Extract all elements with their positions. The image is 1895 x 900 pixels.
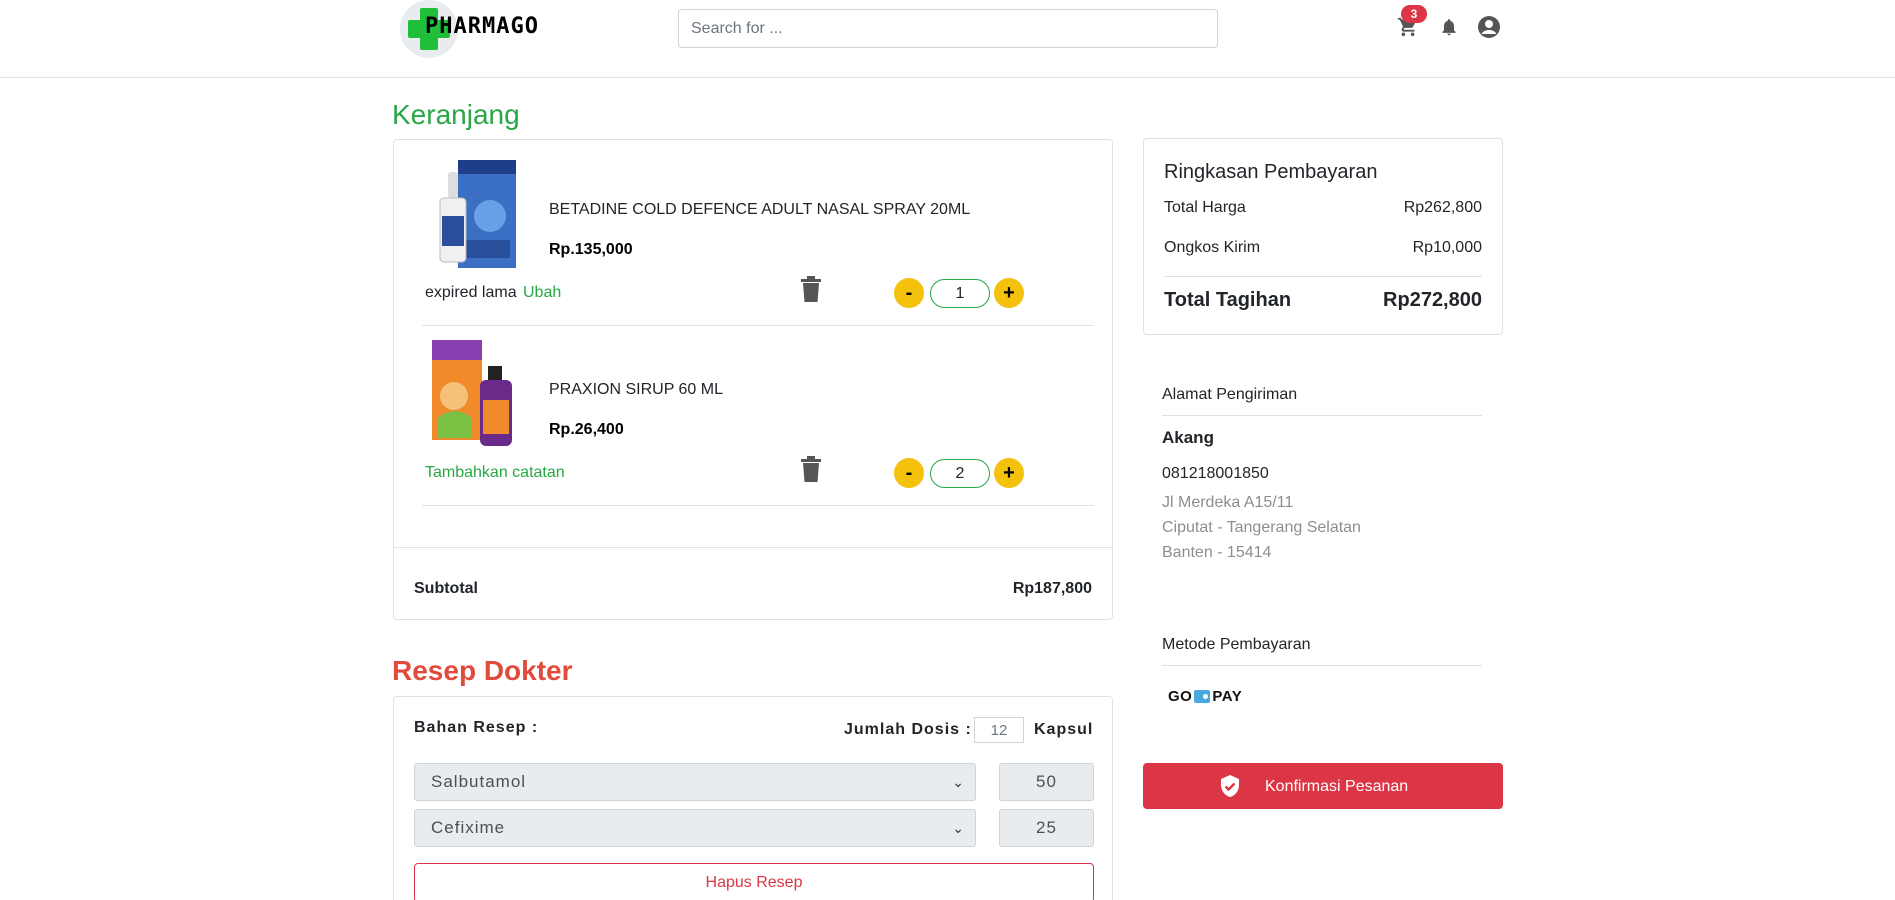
quantity-input[interactable] bbox=[930, 279, 990, 308]
gopay-text-right: PAY bbox=[1212, 687, 1243, 705]
cart-title: Keranjang bbox=[392, 99, 520, 130]
prescription-title: Resep Dokter bbox=[392, 655, 573, 686]
divider bbox=[1162, 415, 1482, 416]
grand-total-value: Rp272,800 bbox=[1383, 289, 1482, 311]
address-line: Jl Merdeka A15/11 bbox=[1162, 494, 1294, 511]
divider bbox=[1164, 276, 1482, 277]
chevron-down-icon: ⌄ bbox=[952, 774, 965, 790]
gopay-text-left: GO bbox=[1168, 687, 1193, 705]
shipping-address-title: Alamat Pengiriman bbox=[1162, 386, 1298, 403]
product-image-praxion[interactable] bbox=[428, 338, 518, 450]
chevron-down-icon: ⌄ bbox=[952, 820, 965, 836]
decrease-qty-button[interactable]: - bbox=[894, 278, 924, 308]
increase-qty-button[interactable]: + bbox=[994, 278, 1024, 308]
payment-summary-card: Ringkasan Pembayaran Total Harga Rp262,8… bbox=[1143, 138, 1503, 335]
item-price: Rp.26,400 bbox=[549, 421, 624, 438]
subtotal-value: Rp187,800 bbox=[1012, 580, 1092, 597]
product-image-betadine[interactable] bbox=[428, 158, 518, 270]
divider bbox=[1162, 665, 1482, 666]
shipping-cost-label: Ongkos Kirim bbox=[1164, 239, 1261, 256]
subtotal-row: Subtotal Rp187,800 bbox=[394, 547, 1112, 619]
cart-item: BETADINE COLD DEFENCE ADULT NASAL SPRAY … bbox=[422, 148, 1094, 326]
trash-icon[interactable] bbox=[800, 456, 824, 484]
shipping-cost-value: Rp10,000 bbox=[1412, 239, 1482, 256]
ingredient-select[interactable]: Salbutamol ⌄ bbox=[414, 763, 976, 801]
logo-text: PHARMAGO bbox=[425, 14, 539, 39]
grand-total-row: Total Tagihan Rp272,800 bbox=[1164, 289, 1482, 312]
total-price-value: Rp262,800 bbox=[1403, 199, 1482, 216]
dose-unit-label: Kapsul bbox=[1034, 721, 1094, 738]
item-name: BETADINE COLD DEFENCE ADULT NASAL SPRAY … bbox=[549, 201, 971, 218]
bell-icon[interactable] bbox=[1436, 14, 1462, 40]
address-line: Ciputat - Tangerang Selatan bbox=[1162, 519, 1361, 536]
total-price-label: Total Harga bbox=[1164, 199, 1246, 216]
item-name: PRAXION SIRUP 60 ML bbox=[549, 381, 723, 398]
cart-item: PRAXION SIRUP 60 ML Rp.26,400 Tambahkan … bbox=[422, 328, 1094, 506]
top-navbar: PHARMAGO 3 bbox=[0, 0, 1895, 78]
prescription-card: Bahan Resep : Jumlah Dosis : Kapsul Salb… bbox=[393, 696, 1113, 900]
trash-icon[interactable] bbox=[800, 276, 824, 304]
payment-method-title: Metode Pembayaran bbox=[1162, 636, 1311, 653]
total-price-row: Total Harga Rp262,800 bbox=[1164, 199, 1482, 217]
add-note-link[interactable]: Tambahkan catatan bbox=[425, 464, 565, 482]
recipient-phone: 081218001850 bbox=[1162, 465, 1269, 482]
ingredient-select[interactable]: Cefixime ⌄ bbox=[414, 809, 976, 847]
cart-count-badge: 3 bbox=[1401, 5, 1427, 23]
account-icon[interactable] bbox=[1476, 14, 1502, 40]
summary-title: Ringkasan Pembayaran bbox=[1164, 161, 1378, 183]
dose-count-input[interactable] bbox=[974, 717, 1024, 743]
shield-check-icon bbox=[1218, 774, 1242, 798]
pharmago-logo[interactable]: PHARMAGO bbox=[400, 0, 538, 58]
confirm-order-label: Konfirmasi Pesanan bbox=[1265, 778, 1409, 795]
logo-badge: PHARMAGO bbox=[400, 0, 538, 58]
address-line: Banten - 15414 bbox=[1162, 544, 1272, 561]
confirm-order-button[interactable]: Konfirmasi Pesanan bbox=[1143, 763, 1503, 809]
quantity-input[interactable] bbox=[930, 459, 990, 488]
grand-total-label: Total Tagihan bbox=[1164, 289, 1292, 311]
increase-qty-button[interactable]: + bbox=[994, 458, 1024, 488]
ingredients-label: Bahan Resep : bbox=[414, 719, 539, 736]
dose-count-label: Jumlah Dosis : bbox=[844, 721, 972, 738]
search-input[interactable] bbox=[678, 9, 1218, 48]
ingredient-select-value: Salbutamol bbox=[431, 772, 527, 791]
recipient-name: Akang bbox=[1162, 428, 1214, 447]
ingredient-amount[interactable]: 25 bbox=[999, 809, 1094, 847]
edit-note-link[interactable]: Ubah bbox=[523, 284, 561, 302]
item-price: Rp.135,000 bbox=[549, 241, 633, 258]
ingredient-amount[interactable]: 50 bbox=[999, 763, 1094, 801]
subtotal-label: Subtotal bbox=[414, 580, 478, 597]
shipping-cost-row: Ongkos Kirim Rp10,000 bbox=[1164, 239, 1482, 257]
wallet-icon bbox=[1194, 689, 1211, 703]
cart-card: BETADINE COLD DEFENCE ADULT NASAL SPRAY … bbox=[393, 139, 1113, 620]
item-note: expired lama bbox=[425, 284, 517, 301]
gopay-logo[interactable]: GO PAY bbox=[1168, 685, 1242, 707]
decrease-qty-button[interactable]: - bbox=[894, 458, 924, 488]
ingredient-select-value: Cefixime bbox=[431, 818, 506, 837]
delete-prescription-button[interactable]: Hapus Resep bbox=[414, 863, 1094, 900]
